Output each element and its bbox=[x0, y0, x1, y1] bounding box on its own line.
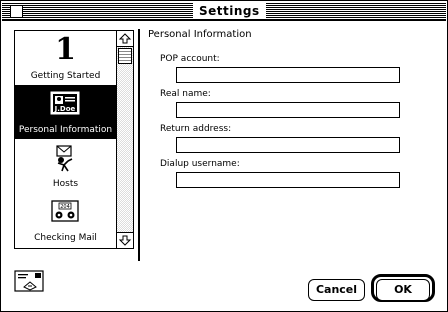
list-item-label: Hosts bbox=[52, 179, 79, 189]
close-box[interactable] bbox=[10, 5, 23, 18]
list-item-label: Personal Information bbox=[18, 125, 113, 135]
number-one-icon: 1 bbox=[55, 32, 76, 67]
mail-checking-icon: 204 bbox=[51, 200, 79, 222]
list-item-hosts[interactable]: Hosts bbox=[15, 139, 116, 193]
return-address-field[interactable] bbox=[176, 137, 400, 153]
pop-account-label: POP account: bbox=[160, 54, 220, 64]
list-item-getting-started[interactable]: 1 Getting Started bbox=[15, 31, 116, 85]
scroll-track[interactable] bbox=[117, 47, 133, 232]
real-name-field[interactable] bbox=[176, 102, 400, 118]
id-card-text: J.Doe bbox=[54, 105, 76, 113]
list-scrollbar[interactable] bbox=[116, 31, 133, 248]
id-card-icon: J.Doe bbox=[50, 91, 80, 115]
panel-divider bbox=[138, 29, 140, 261]
ok-button[interactable]: OK bbox=[376, 279, 430, 301]
settings-category-list[interactable]: 1 Getting Started J.Doe Personal Informa… bbox=[14, 30, 134, 249]
scroll-thumb[interactable] bbox=[118, 48, 132, 64]
arrow-down-icon bbox=[118, 235, 132, 246]
list-item-checking-mail[interactable]: 204 Checking Mail bbox=[15, 193, 116, 247]
pop-account-field[interactable] bbox=[176, 67, 400, 83]
counter-text: 204 bbox=[60, 204, 70, 210]
list-item-label: Checking Mail bbox=[34, 233, 97, 243]
mail-person-icon bbox=[56, 145, 73, 172]
scroll-up-arrow[interactable] bbox=[117, 31, 133, 47]
window-title: Settings bbox=[193, 3, 266, 19]
list-item-label: Getting Started bbox=[30, 71, 101, 81]
panel-title: Personal Information bbox=[148, 29, 252, 40]
send-mail-icon bbox=[14, 270, 44, 292]
dialup-username-label: Dialup username: bbox=[160, 159, 240, 169]
cancel-button[interactable]: Cancel bbox=[308, 279, 365, 301]
return-address-label: Return address: bbox=[160, 124, 232, 134]
scroll-down-arrow[interactable] bbox=[117, 232, 133, 248]
real-name-label: Real name: bbox=[160, 89, 211, 99]
title-bar[interactable]: Settings bbox=[2, 2, 446, 21]
list-item-personal-information[interactable]: J.Doe Personal Information bbox=[15, 85, 116, 139]
arrow-up-icon bbox=[118, 33, 132, 44]
dialup-username-field[interactable] bbox=[176, 172, 400, 188]
